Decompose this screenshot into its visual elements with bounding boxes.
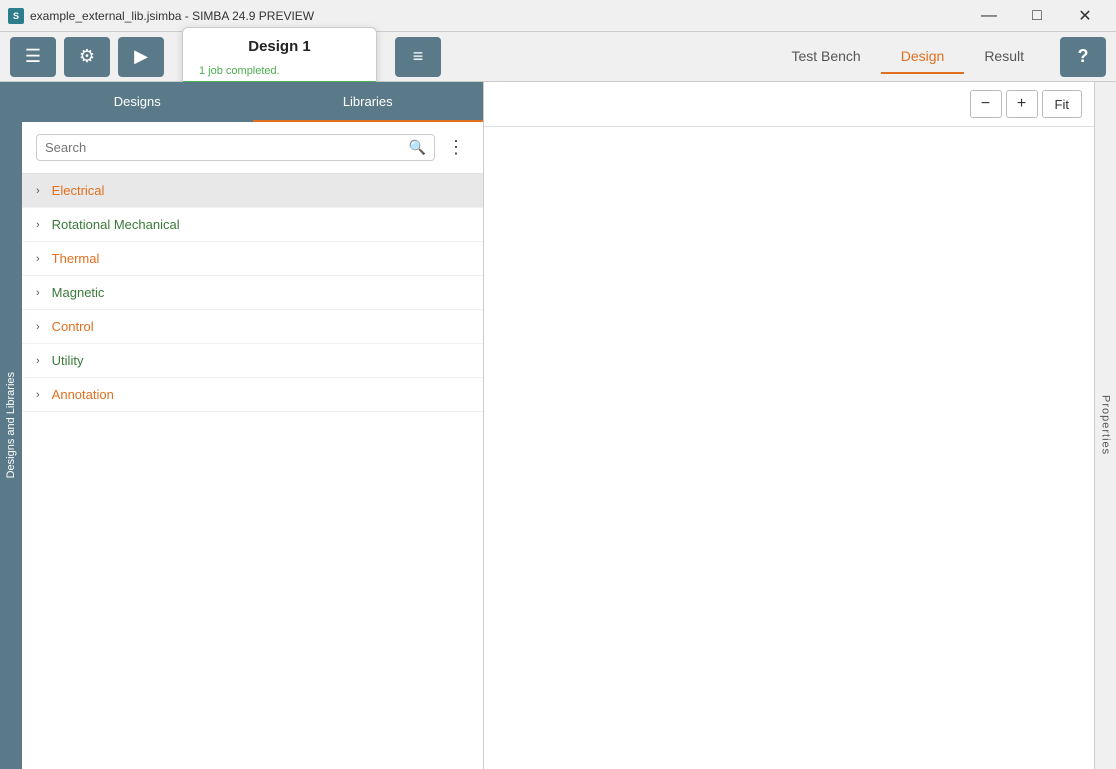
tabs-area: Test Bench Design Result [771, 40, 1044, 74]
library-item-annotation[interactable]: › Annotation [22, 378, 483, 412]
title-bar: S example_external_lib.jsimba - SIMBA 24… [0, 0, 1116, 32]
settings-button[interactable]: ⚙ [64, 37, 110, 77]
search-icon: 🔍 [409, 139, 426, 156]
main-toolbar: ☰ ⚙ ▶ Design 1 1 job completed. ≡ Test B… [0, 32, 1116, 82]
library-item-thermal[interactable]: › Thermal [22, 242, 483, 276]
sidebar-tabs: Designs Libraries [22, 82, 483, 122]
tab-result[interactable]: Result [964, 40, 1044, 74]
left-panel-toggle[interactable]: Designs and Libraries [0, 82, 22, 769]
library-label-control: Control [52, 319, 94, 334]
more-icon: ⋮ [447, 137, 465, 158]
chevron-right-icon: › [36, 355, 40, 367]
play-button[interactable]: ▶ [118, 37, 164, 77]
hamburger-icon: ☰ [25, 46, 41, 67]
canvas-area [484, 127, 1094, 769]
library-item-magnetic[interactable]: › Magnetic [22, 276, 483, 310]
library-label-electrical: Electrical [52, 183, 105, 198]
chevron-right-icon: › [36, 389, 40, 401]
fit-button[interactable]: Fit [1042, 90, 1082, 118]
play-icon: ▶ [134, 46, 148, 67]
content-area: Designs and Libraries Designs Libraries … [0, 82, 1116, 769]
tab-design[interactable]: Design [881, 40, 965, 74]
library-label-thermal: Thermal [52, 251, 100, 266]
library-list: › Electrical › Rotational Mechanical › T… [22, 174, 483, 769]
sidebar-tab-designs[interactable]: Designs [22, 82, 253, 122]
chevron-right-icon: › [36, 219, 40, 231]
settings-icon: ⚙ [79, 46, 95, 67]
left-toggle-label: Designs and Libraries [5, 372, 17, 478]
hamburger-button[interactable]: ☰ [10, 37, 56, 77]
library-label-magnetic: Magnetic [52, 285, 105, 300]
chevron-right-icon: › [36, 253, 40, 265]
canvas-toolbar: − + Fit [484, 82, 1094, 127]
more-options-button[interactable]: ⋮ [443, 135, 469, 160]
help-button[interactable]: ? [1060, 37, 1106, 77]
chevron-right-icon: › [36, 321, 40, 333]
title-bar-left: S example_external_lib.jsimba - SIMBA 24… [8, 8, 314, 24]
design-card-status: 1 job completed. [199, 65, 360, 77]
close-button[interactable]: ✕ [1062, 0, 1108, 32]
library-label-rotational: Rotational Mechanical [52, 217, 180, 232]
library-item-rotational[interactable]: › Rotational Mechanical [22, 208, 483, 242]
sidebar: Designs Libraries 🔍 ⋮ › Electrical › Rot… [22, 82, 484, 769]
main-canvas: − + Fit [484, 82, 1094, 769]
chevron-right-icon: › [36, 287, 40, 299]
sidebar-tab-libraries[interactable]: Libraries [253, 82, 484, 122]
library-label-annotation: Annotation [52, 387, 114, 402]
search-input-wrapper: 🔍 [36, 134, 435, 161]
list-button[interactable]: ≡ [395, 37, 441, 77]
right-toggle-label: Properties [1100, 395, 1112, 455]
zoom-out-button[interactable]: − [970, 90, 1002, 118]
app-icon: S [8, 8, 24, 24]
title-bar-controls: — □ ✕ [966, 0, 1108, 32]
title-bar-title: example_external_lib.jsimba - SIMBA 24.9… [30, 9, 314, 23]
design-card: Design 1 1 job completed. [182, 27, 377, 87]
chevron-right-icon: › [36, 185, 40, 197]
right-panel-toggle[interactable]: Properties [1094, 82, 1116, 769]
design-card-title: Design 1 [199, 38, 360, 55]
zoom-in-button[interactable]: + [1006, 90, 1038, 118]
library-label-utility: Utility [52, 353, 84, 368]
minimize-button[interactable]: — [966, 0, 1012, 32]
library-item-electrical[interactable]: › Electrical [22, 174, 483, 208]
library-item-utility[interactable]: › Utility [22, 344, 483, 378]
library-item-control[interactable]: › Control [22, 310, 483, 344]
help-icon: ? [1078, 46, 1089, 67]
maximize-button[interactable]: □ [1014, 0, 1060, 32]
search-area: 🔍 ⋮ [22, 122, 483, 174]
search-input[interactable] [45, 140, 409, 155]
tab-testbench[interactable]: Test Bench [771, 40, 880, 74]
list-icon: ≡ [413, 46, 424, 67]
